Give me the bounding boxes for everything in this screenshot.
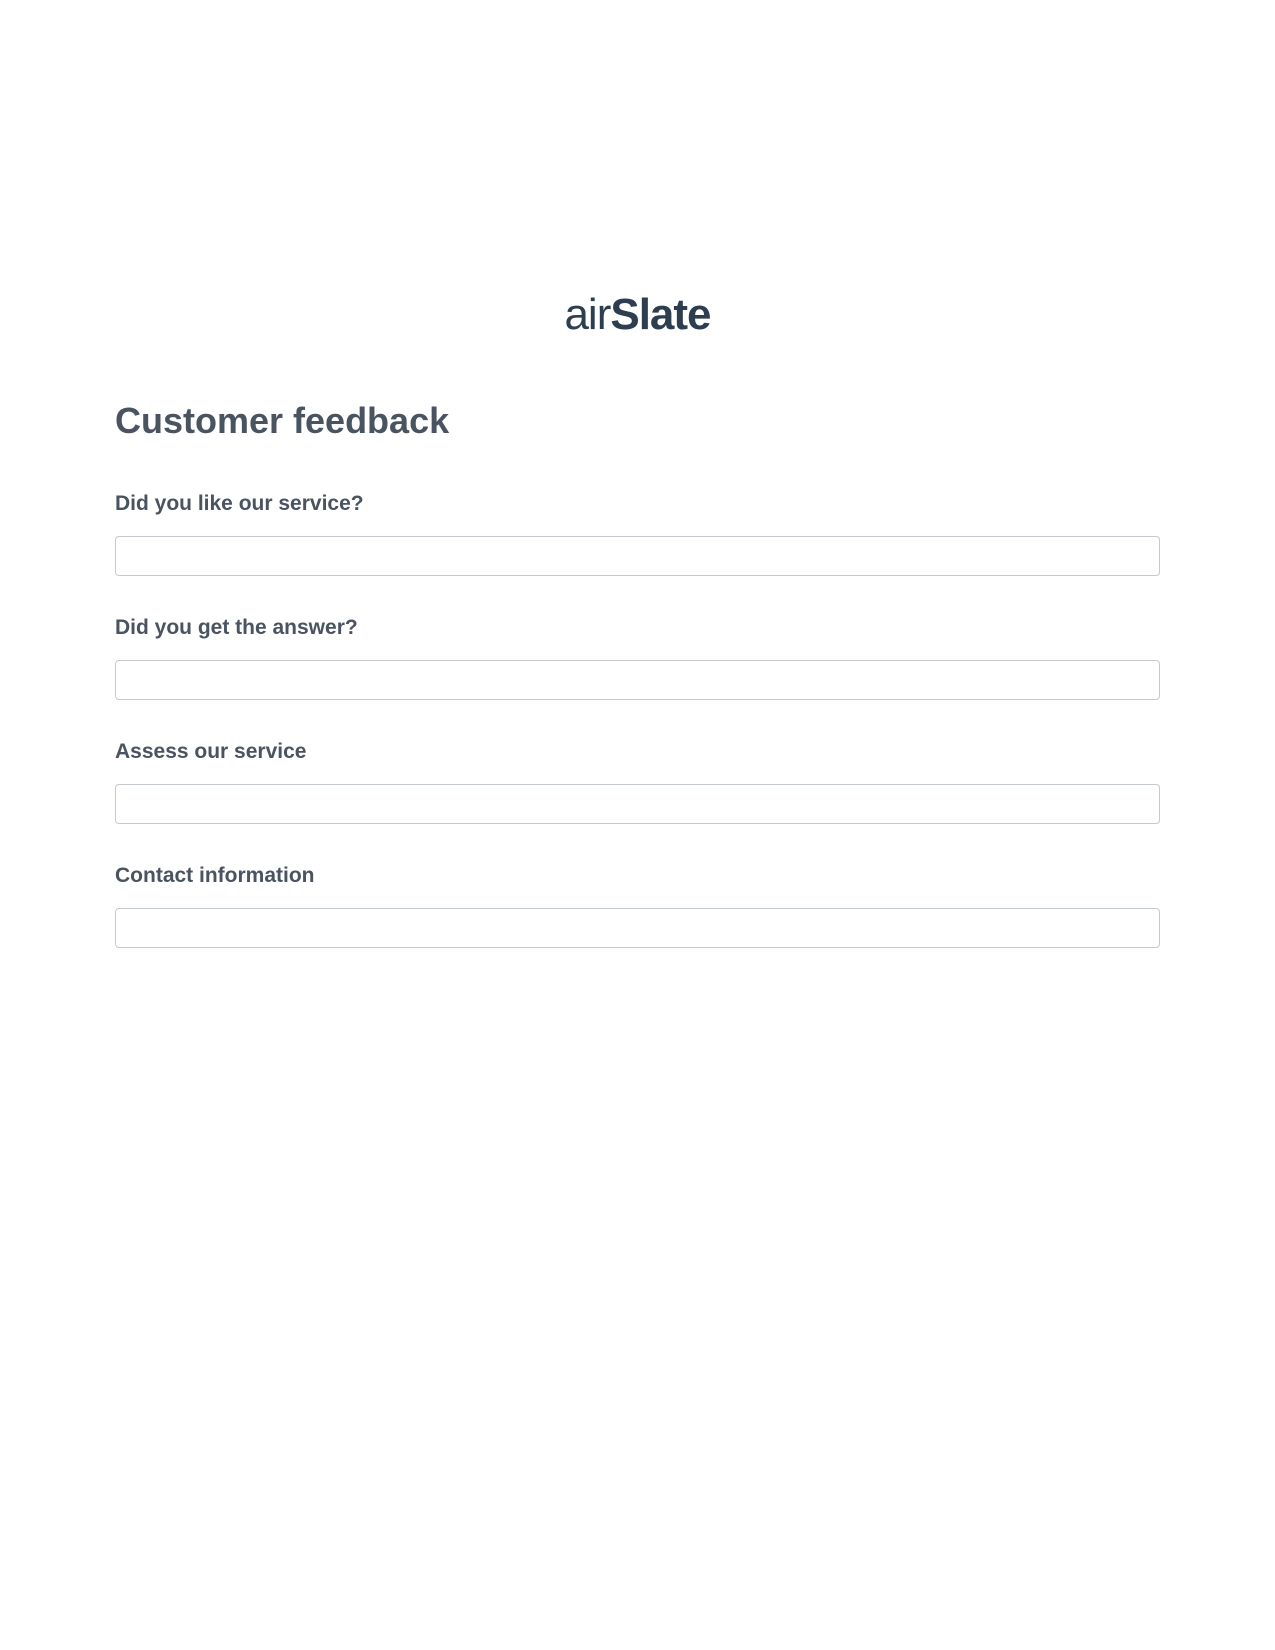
- logo-part-air: air: [564, 290, 610, 339]
- form-group-contact: Contact information: [115, 864, 1160, 948]
- logo-part-slate: Slate: [610, 290, 710, 339]
- input-service-like[interactable]: [115, 536, 1160, 576]
- input-assess[interactable]: [115, 784, 1160, 824]
- form-container: airSlate Customer feedback Did you like …: [0, 0, 1275, 948]
- label-answer: Did you get the answer?: [115, 616, 1160, 640]
- input-answer[interactable]: [115, 660, 1160, 700]
- form-group-answer: Did you get the answer?: [115, 616, 1160, 700]
- form-group-service-like: Did you like our service?: [115, 492, 1160, 576]
- logo-text: airSlate: [564, 290, 710, 339]
- logo: airSlate: [115, 290, 1160, 340]
- form-title: Customer feedback: [115, 400, 1160, 442]
- input-contact[interactable]: [115, 908, 1160, 948]
- label-contact: Contact information: [115, 864, 1160, 888]
- label-service-like: Did you like our service?: [115, 492, 1160, 516]
- label-assess: Assess our service: [115, 740, 1160, 764]
- form-group-assess: Assess our service: [115, 740, 1160, 824]
